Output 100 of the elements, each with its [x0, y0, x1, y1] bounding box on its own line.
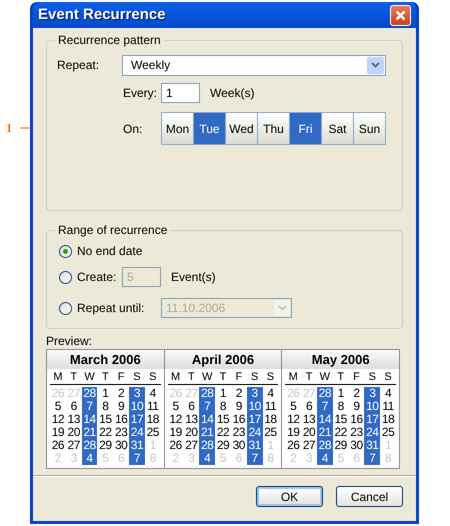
field-label: On: [123, 120, 144, 138]
calendar-day: 4 [262, 387, 278, 400]
calendar-day: 18 [380, 413, 396, 426]
calendar-day: 7 [316, 400, 333, 413]
weekday-toggle[interactable]: Wed [226, 113, 257, 144]
calendar-day: 21 [316, 426, 333, 439]
weekday-label: S [368, 370, 377, 385]
calendar-day: 25 [144, 426, 161, 439]
repeat-dropdown[interactable]: Weekly [122, 54, 386, 76]
radio-button[interactable] [59, 244, 72, 258]
calendar-day: 4 [380, 387, 396, 400]
calendar-day: 23 [348, 426, 364, 439]
calendar-day: 6 [301, 400, 317, 413]
month-title: May 2006 [282, 350, 400, 369]
calendar-day: 4 [316, 452, 333, 465]
calendar-day: 8 [332, 400, 349, 413]
calendar-day: 9 [230, 400, 247, 413]
calendar-day: 19 [168, 426, 184, 439]
calendar-day: 30 [348, 439, 364, 452]
dropdown-button[interactable] [367, 56, 384, 74]
calendar-day: 6 [183, 400, 200, 413]
calendar-day: 21 [82, 426, 98, 439]
calendar-day: 12 [50, 413, 66, 426]
calendar-day: 7 [129, 452, 145, 465]
close-button[interactable] [390, 4, 411, 26]
calendar-day: 23 [230, 426, 247, 439]
group-title: Recurrence pattern [57, 32, 162, 49]
weekday-label: F [234, 370, 244, 385]
weekday-label: S [148, 370, 158, 385]
weekday-toggle[interactable]: Mon [162, 113, 193, 144]
calendar-day: 28 [199, 439, 216, 452]
weekday-toggle[interactable]: Thu [258, 113, 289, 144]
calendar-day: 2 [113, 387, 130, 400]
calendar-day: 22 [97, 426, 114, 439]
calendar-day: 12 [285, 413, 302, 426]
calendar-day: 31 [129, 439, 145, 452]
calendar-day: 17 [129, 413, 145, 426]
calendar-day: 26 [285, 439, 302, 452]
calendar-day: 10 [129, 400, 145, 413]
calendar-day: 29 [215, 439, 231, 452]
calendar-day: 6 [66, 400, 82, 413]
calendar-day: 28 [316, 439, 333, 452]
calendar-day: 28 [82, 387, 98, 400]
calendar-day: 14 [199, 413, 216, 426]
weekday-label: F [116, 370, 126, 385]
calendar-day: 21 [199, 426, 216, 439]
weekday-label: T [336, 370, 346, 385]
calendar-day: 16 [113, 413, 130, 426]
calendar-day: 29 [332, 439, 349, 452]
calendar-day: 13 [301, 413, 317, 426]
every-input[interactable]: 1 [161, 83, 200, 103]
weekday-label: S [266, 370, 276, 385]
calendar-day: 23 [113, 426, 130, 439]
calendar-day: 18 [144, 413, 161, 426]
weekday-toggle[interactable]: Tue [194, 113, 225, 144]
weekday-label: W [200, 370, 214, 385]
dialog-button[interactable]: Cancel [336, 486, 403, 507]
calendar-day: 22 [332, 426, 349, 439]
unit-label: Week(s) [210, 85, 254, 102]
calendar-day: 13 [183, 413, 200, 426]
weekday-label: F [352, 370, 361, 385]
calendar-day: 17 [246, 413, 263, 426]
calendar-day: 11 [262, 400, 278, 413]
calendar-day: 31 [246, 439, 263, 452]
dialog-button[interactable]: OK [256, 486, 323, 507]
calendar-day: 2 [230, 387, 247, 400]
calendar-day: 17 [364, 413, 380, 426]
weekday-label: W [318, 370, 332, 385]
calendar-day: 18 [262, 413, 278, 426]
weekday-label: T [69, 370, 78, 385]
option-label[interactable]: No end date [77, 242, 142, 260]
calendar-day: 3 [129, 387, 145, 400]
calendar-day: 7 [364, 452, 380, 465]
weekday-label: S [250, 370, 260, 385]
calendar-day: 20 [301, 426, 317, 439]
weekday-toggle[interactable]: Sat [322, 113, 353, 144]
weekday-label: T [304, 370, 314, 385]
unit-label: Event(s) [171, 269, 216, 286]
calendar-day: 16 [230, 413, 247, 426]
calendar-day: 31 [364, 439, 380, 452]
calendar-day: 29 [97, 439, 114, 452]
weekday-label: M [52, 370, 64, 385]
weekday-label: T [187, 370, 196, 385]
calendar-day: 8 [97, 400, 114, 413]
field-label: Every: [123, 85, 158, 102]
calendar-day: 14 [316, 413, 333, 426]
calendar-day: 19 [50, 426, 66, 439]
weekday-label: S [383, 370, 393, 385]
preview-label: Preview: [46, 334, 94, 348]
group-title: Range of recurrence [57, 222, 168, 239]
calendar-day: 5 [285, 400, 302, 413]
calendar-day: 4 [199, 452, 216, 465]
calendar-day: 10 [246, 400, 263, 413]
calendar-day: 27 [183, 439, 200, 452]
calendar-day: 11 [380, 400, 396, 413]
calendar-day: 19 [285, 426, 302, 439]
calendar-day: 25 [262, 426, 278, 439]
weekday-toggle[interactable]: Sun [354, 113, 385, 144]
chevron-down-icon [278, 305, 286, 311]
weekday-toggle[interactable]: Fri [290, 113, 321, 144]
